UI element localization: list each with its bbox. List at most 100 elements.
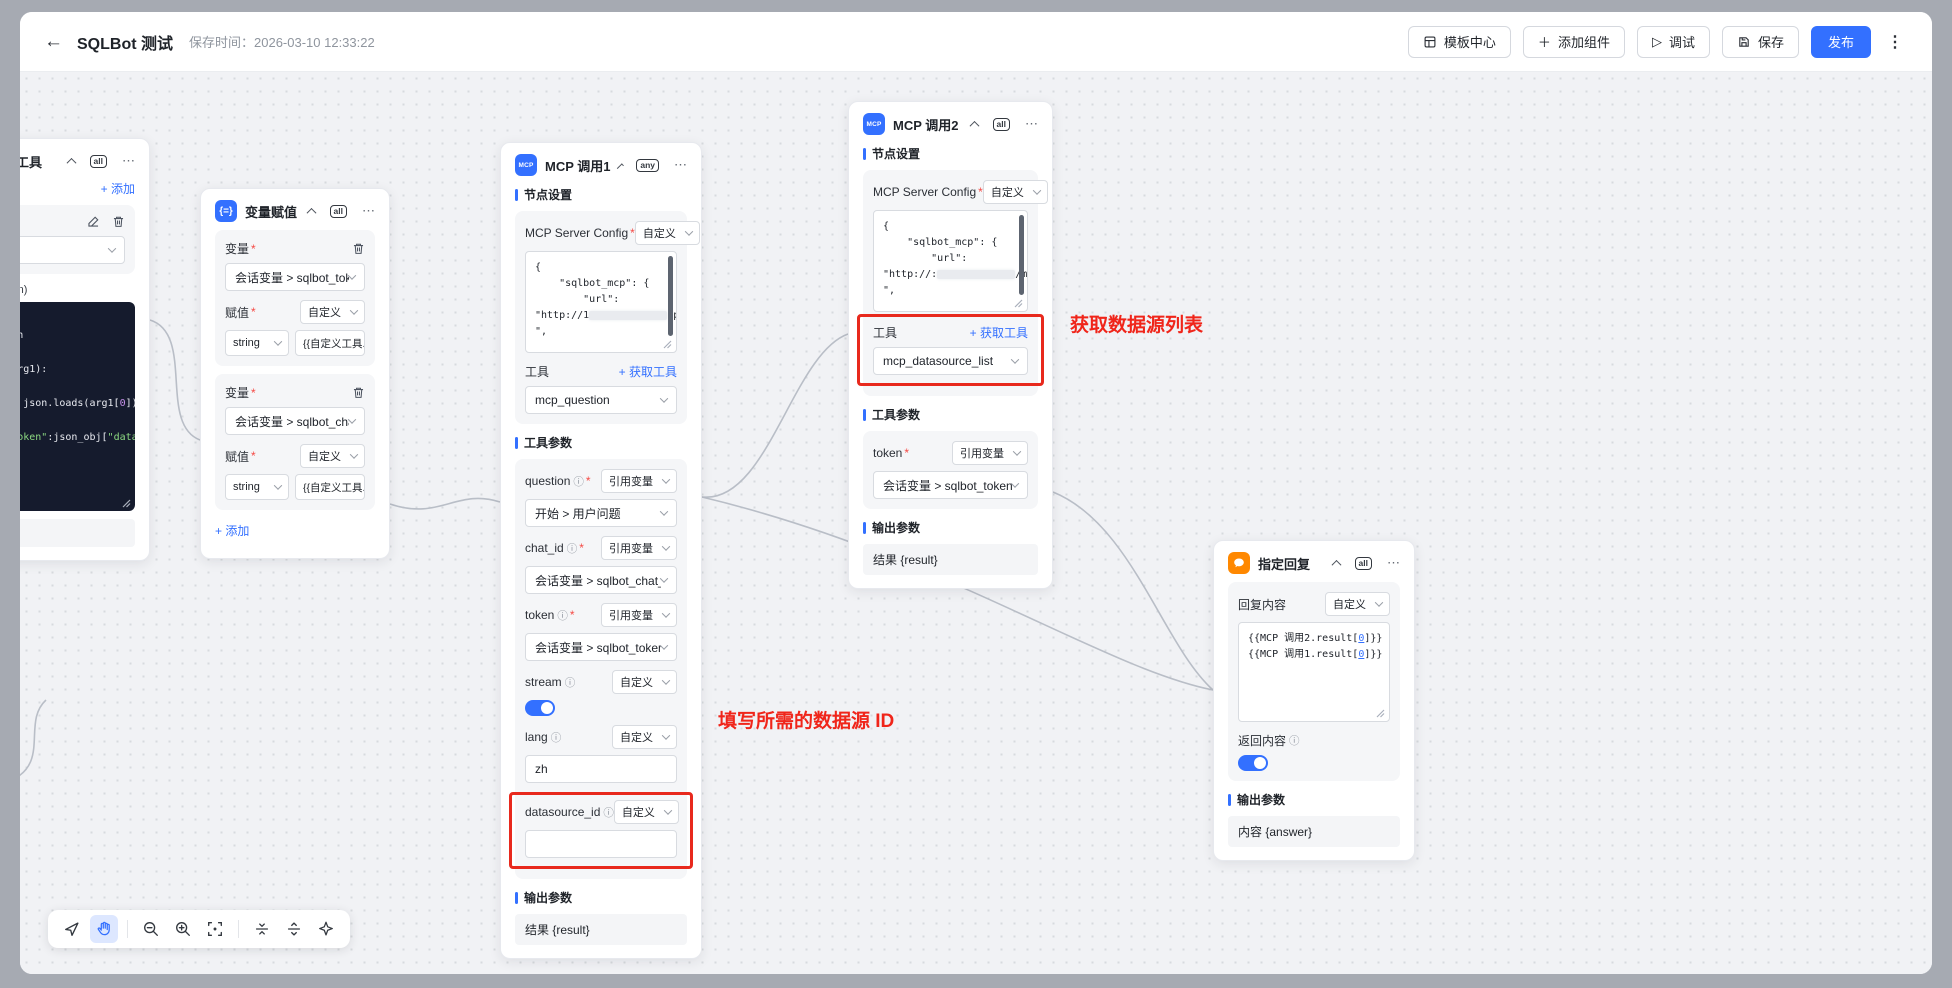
reply-icon <box>1228 552 1250 574</box>
get-tools-link[interactable]: + 获取工具 <box>970 324 1028 341</box>
result-select[interactable]: 结果 <box>20 236 125 264</box>
param-mode-select[interactable]: 引用变量 <box>952 441 1028 465</box>
output-row: 内容 {answer} <box>1228 816 1400 847</box>
expression-input[interactable]: {{自定义工具.result.to <box>295 330 365 356</box>
template-center-button[interactable]: 模板中心 <box>1408 26 1511 58</box>
resize-handle-icon[interactable] <box>663 340 672 349</box>
type-select[interactable]: string <box>225 330 289 356</box>
app-window: ← SQLBot 测试 保存时间：2026-03-10 12:33:22 模板中… <box>20 12 1932 974</box>
datasource-id-input[interactable] <box>525 830 677 858</box>
save-button[interactable]: 保存 <box>1722 26 1799 58</box>
param-datasource-id: datasource_idⓘ 自定义 <box>525 800 677 858</box>
content-mode-select[interactable]: 自定义 <box>1325 592 1390 616</box>
node-title: 变量赋值 <box>245 202 300 221</box>
lang-input[interactable]: zh <box>525 755 677 783</box>
app-bar: ← SQLBot 测试 保存时间：2026-03-10 12:33:22 模板中… <box>20 12 1932 72</box>
chevron-down-icon <box>1011 355 1019 363</box>
add-component-button[interactable]: ＋ 添加组件 <box>1523 26 1625 58</box>
node-more-icon[interactable]: ⋯ <box>362 206 375 216</box>
section-node-settings: 节点设置 <box>872 145 920 162</box>
variable-select[interactable]: 会话变量 > sqlbot_chat_id <box>225 407 365 435</box>
node-variable-assign[interactable]: {=} 变量赋值 all ⋯ 变量* 会话变量 > sqlbot_token <box>200 188 390 559</box>
edit-icon[interactable] <box>87 215 100 228</box>
collapse-icon[interactable] <box>1331 559 1341 569</box>
sparkle-icon[interactable] <box>312 915 340 943</box>
delete-icon[interactable] <box>352 242 365 255</box>
add-link[interactable]: + 添加 <box>215 522 249 539</box>
type-select[interactable]: string <box>225 474 289 500</box>
node-more-icon[interactable]: ⋯ <box>1387 558 1400 568</box>
node-more-icon[interactable]: ⋯ <box>674 160 687 170</box>
stream-toggle[interactable] <box>525 700 555 716</box>
mcp-config-textarea[interactable]: { "sqlbot_mcp": { "url": "http://:/mcp "… <box>873 210 1028 312</box>
fit-view-icon[interactable] <box>201 915 229 943</box>
param-mode-select[interactable]: 引用变量 <box>601 536 677 560</box>
add-link[interactable]: + 添加 <box>101 180 135 197</box>
scrollbar-thumb[interactable] <box>668 256 673 336</box>
align-expand-vertical-icon[interactable] <box>280 915 308 943</box>
tool-select[interactable]: mcp_question <box>525 386 677 414</box>
chevron-down-icon <box>348 271 356 279</box>
node-badge: all <box>330 205 347 218</box>
param-mode-select[interactable]: 引用变量 <box>601 603 677 627</box>
collapse-icon[interactable] <box>66 157 76 167</box>
assign-mode-select[interactable]: 自定义 <box>300 300 365 324</box>
tool-select[interactable]: mcp_datasource_list <box>873 347 1028 375</box>
align-compress-vertical-icon[interactable] <box>248 915 276 943</box>
collapse-icon[interactable] <box>969 120 979 130</box>
node-mcp-call-2[interactable]: MCP MCP 调用2 all ⋯ 节点设置 MCP Server Config… <box>848 101 1053 589</box>
info-icon: ⓘ <box>551 730 562 745</box>
param-mode-select[interactable]: 自定义 <box>614 800 679 824</box>
chevron-down-icon <box>662 731 670 739</box>
param-mode-select[interactable]: 引用变量 <box>601 469 677 493</box>
variable-label: 变量 <box>225 240 249 257</box>
get-tools-link[interactable]: + 获取工具 <box>619 363 677 380</box>
delete-icon[interactable] <box>352 386 365 399</box>
expression-input[interactable]: {{自定义工具.result.ch <box>295 474 365 500</box>
node-specified-reply[interactable]: 指定回复 all ⋯ 回复内容 自定义 {{MCP 调用2.result[0]}… <box>1213 540 1415 861</box>
info-icon: ⓘ <box>557 608 568 623</box>
chevron-down-icon <box>660 394 668 402</box>
pointer-tool-icon[interactable] <box>58 915 86 943</box>
delete-icon[interactable] <box>112 215 125 228</box>
resize-handle-icon[interactable] <box>1014 299 1023 308</box>
python-code-block[interactable]: import json def main(arg1): json_obj = j… <box>20 302 135 511</box>
more-menu-icon[interactable]: ⋮ <box>1883 28 1908 56</box>
resize-handle-icon[interactable] <box>122 499 131 508</box>
param-value-select[interactable]: 会话变量 > sqlbot_token <box>525 633 677 661</box>
param-token: token* 引用变量 会话变量 > sqlbot_token <box>873 441 1028 499</box>
scrollbar-thumb[interactable] <box>1019 215 1024 295</box>
param-value-select[interactable]: 会话变量 > sqlbot_chat_id <box>525 566 677 594</box>
config-mode-select[interactable]: 自定义 <box>983 180 1048 204</box>
param-value-select[interactable]: 会话变量 > sqlbot_token <box>873 471 1028 499</box>
reply-content-textarea[interactable]: {{MCP 调用2.result[0]}} {{MCP 调用1.result[0… <box>1238 622 1390 722</box>
collapse-icon[interactable] <box>616 163 623 170</box>
chevron-down-icon <box>1375 598 1383 606</box>
chevron-down-icon <box>662 475 670 483</box>
param-mode-select[interactable]: 自定义 <box>612 670 677 694</box>
param-value-select[interactable]: 开始 > 用户问题 <box>525 499 677 527</box>
back-arrow-icon[interactable]: ← <box>44 31 63 53</box>
section-node-settings: 节点设置 <box>524 186 572 203</box>
annotation-box-tool-select: 工具 + 获取工具 mcp_datasource_list <box>857 314 1044 386</box>
config-mode-select[interactable]: 自定义 <box>635 221 700 245</box>
return-content-toggle[interactable] <box>1238 755 1268 771</box>
hand-tool-icon[interactable] <box>90 915 118 943</box>
mcp-config-textarea[interactable]: { "sqlbot_mcp": { "url": "http://1cp ", <box>525 251 677 353</box>
collapse-icon[interactable] <box>306 207 316 217</box>
node-more-icon[interactable]: ⋯ <box>122 156 135 166</box>
variable-select[interactable]: 会话变量 > sqlbot_token <box>225 263 365 291</box>
zoom-in-icon[interactable] <box>169 915 197 943</box>
param-mode-select[interactable]: 自定义 <box>612 725 677 749</box>
annotation-get-datasource-list: 获取数据源列表 <box>1070 310 1203 337</box>
node-custom-tool[interactable]: </> 自定义工具 all ⋯ + 添加 结果 <box>20 138 150 561</box>
zoom-out-icon[interactable] <box>137 915 165 943</box>
resize-handle-icon[interactable] <box>1376 709 1385 718</box>
debug-button[interactable]: ▷ 调试 <box>1637 26 1710 58</box>
info-icon: ⓘ <box>567 541 578 556</box>
publish-button[interactable]: 发布 <box>1811 26 1871 58</box>
node-mcp-call-1[interactable]: MCP MCP 调用1 any ⋯ 节点设置 MCP Server Config… <box>500 142 702 959</box>
flow-canvas[interactable]: </> 自定义工具 all ⋯ + 添加 结果 <box>20 72 1932 974</box>
node-more-icon[interactable]: ⋯ <box>1025 119 1038 129</box>
assign-mode-select[interactable]: 自定义 <box>300 444 365 468</box>
